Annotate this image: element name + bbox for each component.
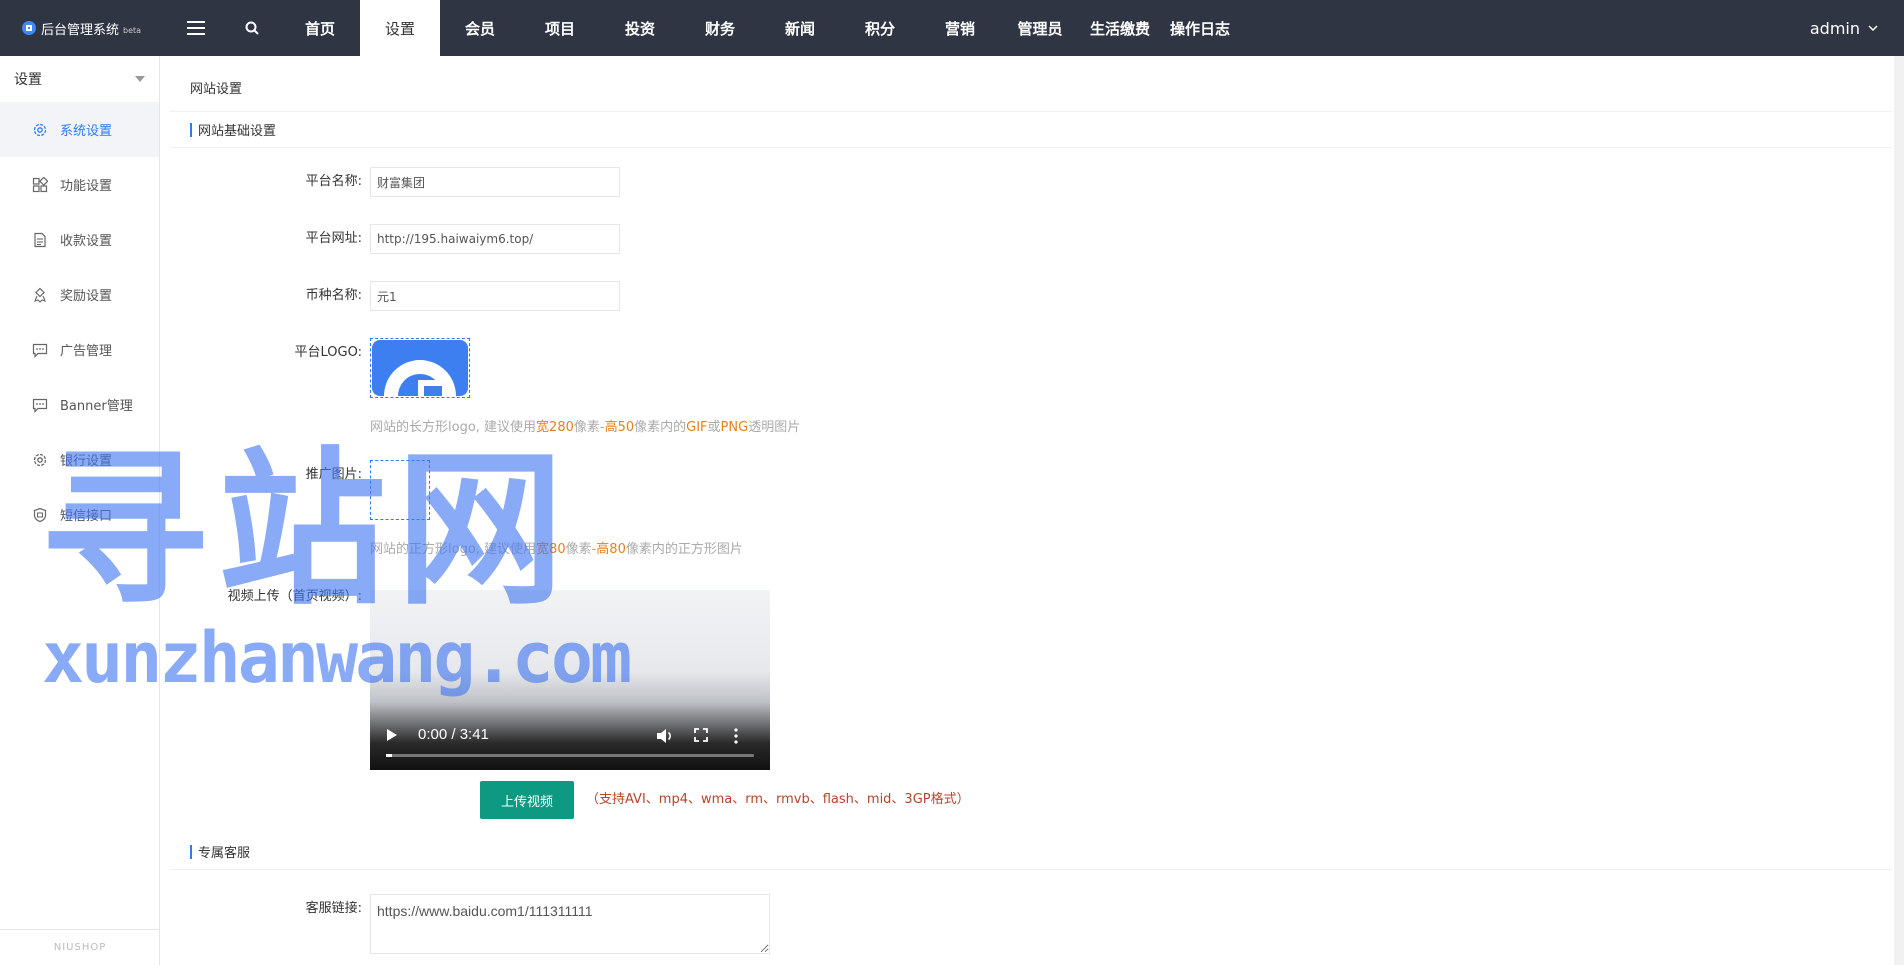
nav-investment[interactable]: 投资 (600, 0, 680, 56)
main-panel: 网站设置 网站基础设置 平台名称: 平台网址: 币种名称: 平台LOGO: 网站… (170, 64, 1892, 965)
nav-marketing[interactable]: 营销 (920, 0, 1000, 56)
field-platform-name: 平台名称: (170, 167, 620, 197)
video-time: 0:00 / 3:41 (418, 726, 489, 743)
sidebar-item-function-settings[interactable]: 功能设置 (0, 157, 159, 212)
sidebar-item-reward-settings[interactable]: 奖励设置 (0, 267, 159, 322)
sidebar-item-label: 系统设置 (60, 124, 113, 139)
logo-upload-box[interactable] (370, 338, 470, 398)
sidebar-item-label: 功能设置 (60, 179, 113, 194)
field-service-link: 客服链接: https://www.baidu.com1/111311111 (170, 894, 770, 954)
sms-icon (30, 505, 50, 525)
message-icon (30, 395, 50, 415)
upload-video-button[interactable]: 上传视频 (480, 781, 574, 819)
field-label: 推广图片: (305, 467, 362, 482)
sidebar-item-banner-management[interactable]: Banner管理 (0, 377, 159, 432)
more-options-icon[interactable] (734, 728, 738, 744)
video-progress-bar[interactable] (386, 754, 754, 757)
chevron-down-icon (1868, 25, 1878, 31)
fullscreen-icon[interactable] (694, 728, 708, 742)
nav-points[interactable]: 积分 (840, 0, 920, 56)
search-icon (245, 21, 259, 35)
nav-home[interactable]: 首页 (280, 0, 360, 56)
field-currency: 币种名称: (170, 281, 620, 311)
platform-name-input[interactable] (370, 167, 620, 197)
section-title: 网站基础设置 (198, 124, 277, 139)
sidebar-footer: NIUSHOP (0, 929, 160, 965)
field-platform-url: 平台网址: (170, 224, 620, 254)
sidebar-item-ad-management[interactable]: 广告管理 (0, 322, 159, 377)
sidebar-header[interactable]: 设置 (0, 56, 159, 102)
sidebar-item-system-settings[interactable]: 系统设置 (0, 102, 159, 157)
sidebar-item-label: 收款设置 (60, 234, 113, 249)
play-icon[interactable] (386, 728, 398, 742)
top-nav: 首页 设置 会员 项目 投资 财务 新闻 积分 营销 管理员 生活缴费 操作日志 (280, 0, 1240, 56)
field-logo: 平台LOGO: (170, 338, 362, 368)
volume-icon[interactable] (656, 728, 674, 744)
field-label: 视频上传（首页视频）: (227, 589, 362, 604)
nav-admins[interactable]: 管理员 (1000, 0, 1080, 56)
field-label: 平台名称: (305, 174, 362, 189)
brand-title: 后台管理系统 (41, 22, 120, 38)
field-video: 视频上传（首页视频）: (170, 582, 362, 612)
sidebar-item-label: Banner管理 (60, 399, 133, 414)
function-icon (30, 175, 50, 195)
field-label: 币种名称: (305, 288, 362, 303)
nav-settings[interactable]: 设置 (360, 0, 440, 56)
field-promo-image: 推广图片: (170, 460, 362, 490)
video-controls: 0:00 / 3:41 (370, 710, 770, 770)
service-link-textarea[interactable]: https://www.baidu.com1/111311111 (370, 894, 770, 954)
platform-url-input[interactable] (370, 224, 620, 254)
sidebar-item-label: 广告管理 (60, 344, 113, 359)
nav-utility-payment[interactable]: 生活缴费 (1080, 0, 1160, 56)
field-label: 客服链接: (305, 901, 362, 916)
page-scrollbar[interactable] (1894, 56, 1904, 965)
nav-projects[interactable]: 项目 (520, 0, 600, 56)
platform-logo-image (372, 340, 468, 396)
gear-icon (30, 120, 50, 140)
sidebar-item-payment-settings[interactable]: 收款设置 (0, 212, 159, 267)
sidebar-item-label: 奖励设置 (60, 289, 113, 304)
brand-sub: beta (123, 25, 142, 35)
video-player[interactable]: 0:00 / 3:41 (370, 590, 770, 770)
nav-news[interactable]: 新闻 (760, 0, 840, 56)
document-icon (30, 230, 50, 250)
currency-input[interactable] (370, 281, 620, 311)
page-title: 网站设置 (170, 64, 1892, 112)
menu-toggle-button[interactable] (168, 0, 224, 56)
brand-logo-icon (22, 21, 36, 35)
upload-format-note: （支持AVI、mp4、wma、rm、rmvb、flash、mid、3GP格式） (586, 792, 970, 807)
award-icon (30, 285, 50, 305)
sidebar-item-label: 短信接口 (60, 509, 113, 524)
gear-icon (30, 450, 50, 470)
section-title: 专属客服 (198, 846, 251, 861)
sidebar-item-sms-interface[interactable]: 短信接口 (0, 487, 159, 542)
logo-hint: 网站的长方形logo, 建议使用宽280像素-高50像素内的GIF或PNG透明图… (370, 420, 801, 435)
sidebar-item-bank-settings[interactable]: 银行设置 (0, 432, 159, 487)
field-label: 平台LOGO: (294, 345, 362, 360)
field-label: 平台网址: (305, 231, 362, 246)
section-basic-settings: 网站基础设置 (170, 112, 1892, 148)
message-icon (30, 340, 50, 360)
sidebar: 设置 系统设置 功能设置 收款设置 奖励设置 广告管理 Banner管理 银行设… (0, 56, 160, 965)
username: admin (1809, 18, 1860, 38)
nav-finance[interactable]: 财务 (680, 0, 760, 56)
user-menu[interactable]: admin (1810, 0, 1878, 56)
promo-hint: 网站的正方形logo, 建议使用宽80像素-高80像素内的正方形图片 (370, 542, 743, 557)
nav-operation-log[interactable]: 操作日志 (1160, 0, 1240, 56)
sidebar-item-label: 银行设置 (60, 454, 113, 469)
nav-members[interactable]: 会员 (440, 0, 520, 56)
top-bar: 后台管理系统 beta 首页 设置 会员 项目 投资 财务 新闻 积分 营销 管… (0, 0, 1904, 56)
caret-down-icon (135, 76, 145, 82)
brand[interactable]: 后台管理系统 beta (0, 0, 168, 56)
hamburger-icon (187, 21, 205, 35)
sidebar-header-label: 设置 (14, 72, 42, 88)
search-button[interactable] (224, 0, 280, 56)
promo-image-upload-box[interactable] (370, 460, 430, 520)
section-customer-service: 专属客服 (170, 834, 1892, 870)
